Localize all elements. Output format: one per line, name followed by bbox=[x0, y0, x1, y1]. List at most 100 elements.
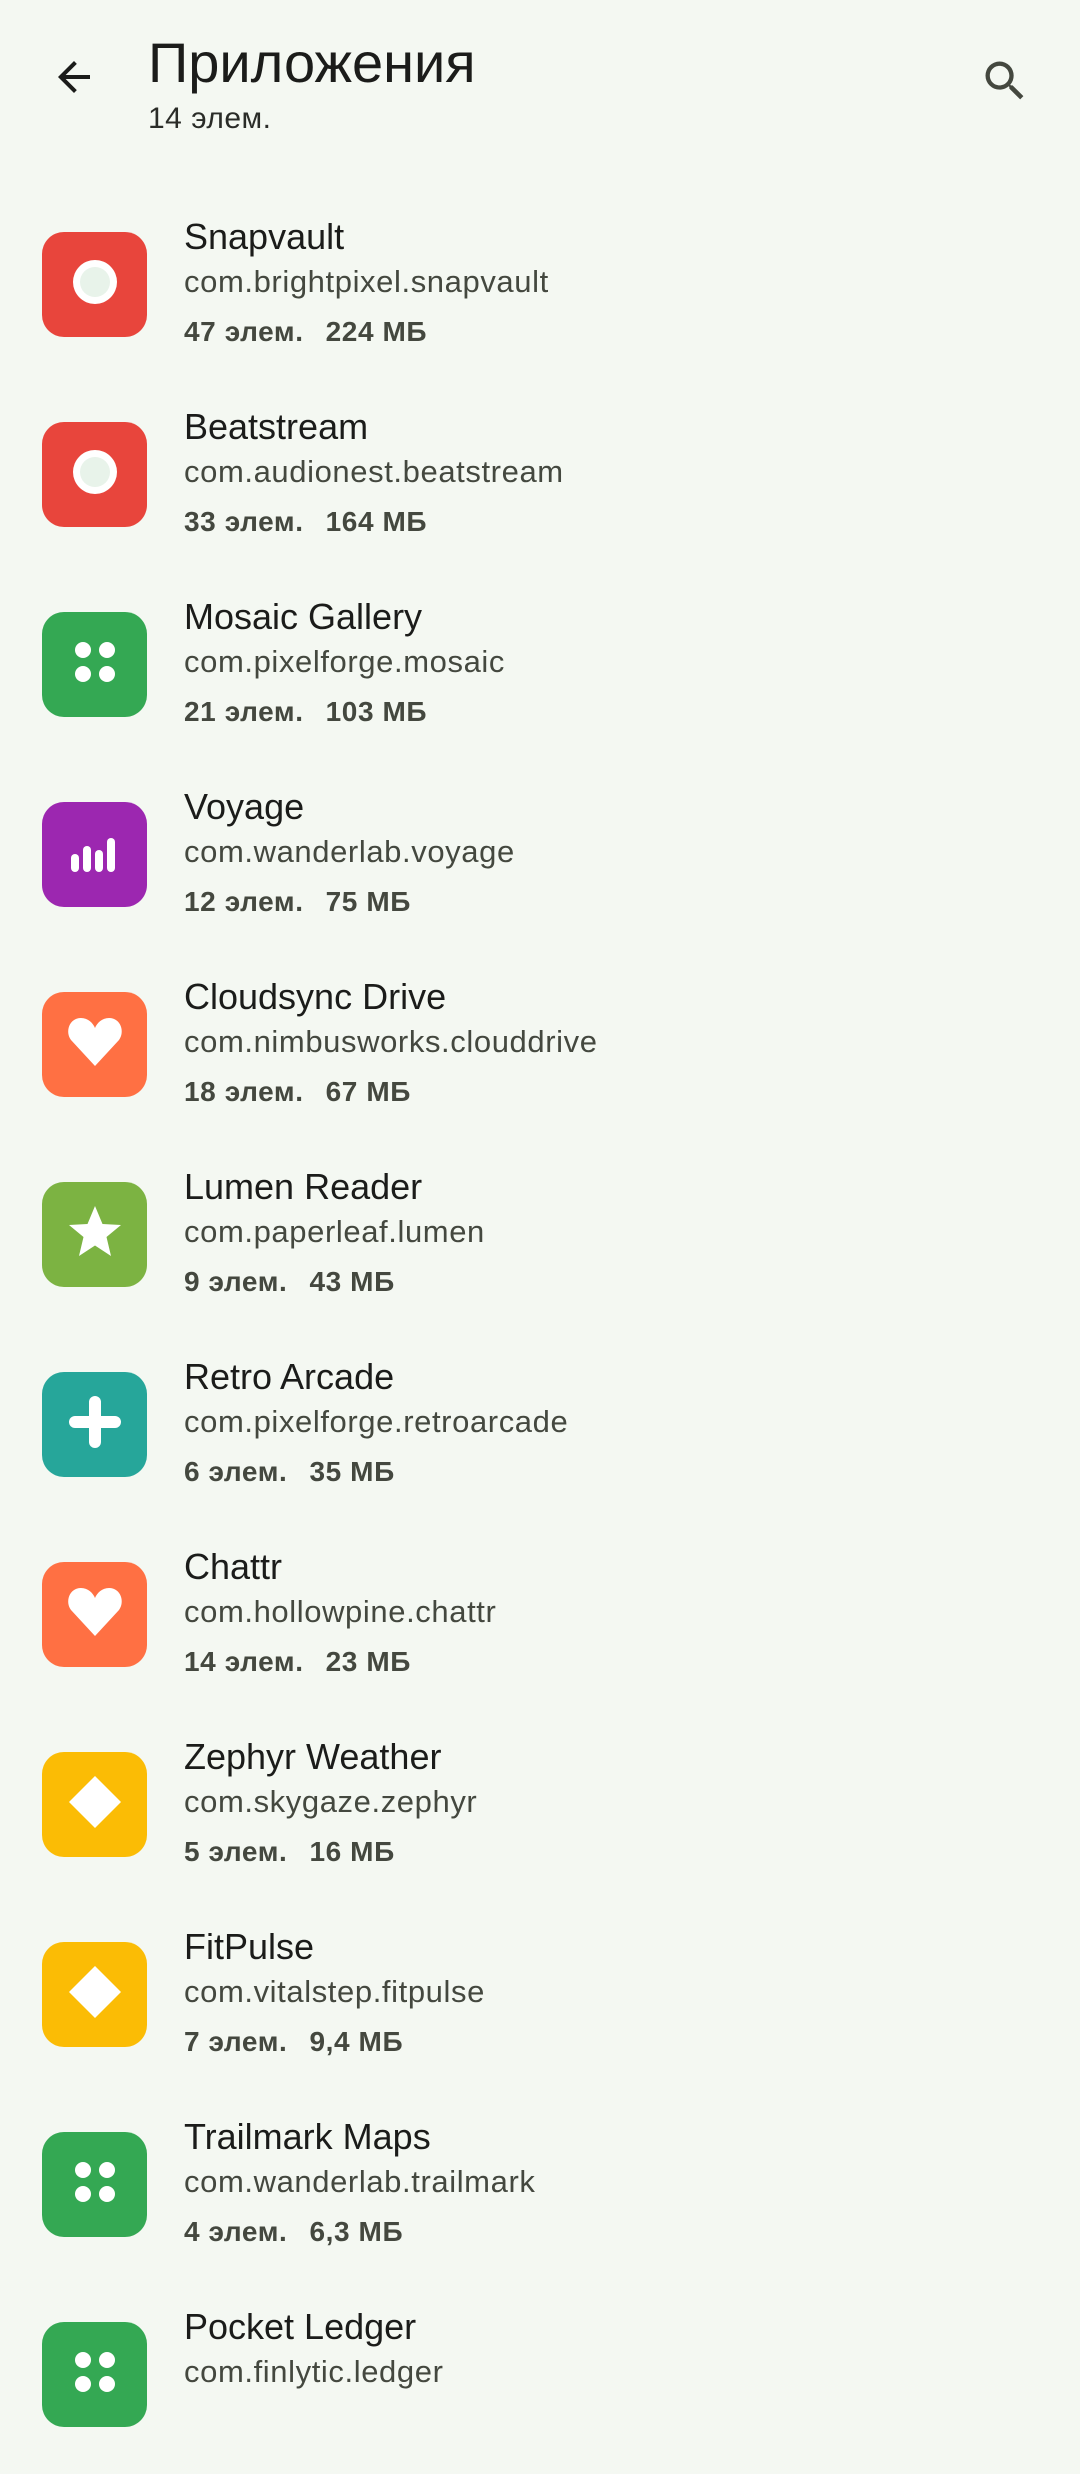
app-name: Voyage bbox=[184, 786, 305, 827]
app-package: com.hollowpine.chattr bbox=[184, 1594, 497, 1629]
app-name: Chattr bbox=[184, 1546, 283, 1587]
app-icon bbox=[42, 422, 147, 527]
bars-icon bbox=[63, 820, 127, 889]
app-icon bbox=[42, 612, 147, 717]
app-name: Retro Arcade bbox=[184, 1356, 395, 1397]
app-item-count: 33 элем. bbox=[184, 506, 304, 537]
app-item-count: 7 элем. bbox=[184, 2026, 288, 2057]
app-icon bbox=[42, 1752, 147, 1857]
app-item-count: 47 элем. bbox=[184, 316, 304, 347]
app-icon bbox=[42, 1562, 147, 1667]
app-list-item[interactable]: Retro Arcade com.pixelforge.retroarcade 6 … bbox=[0, 1334, 1080, 1524]
app-meta: 33 элем. 164 МБ bbox=[184, 504, 427, 540]
app-item-count: 18 элем. bbox=[184, 1076, 304, 1107]
app-meta: 18 элем. 67 МБ bbox=[184, 1074, 411, 1110]
app-item-count: 14 элем. bbox=[184, 1646, 304, 1677]
heart-icon bbox=[63, 1010, 127, 1079]
app-list: Snapvault com.brightpixel.snapvault 47 эле… bbox=[0, 194, 1080, 2474]
app-icon bbox=[42, 2322, 147, 2427]
app-package: com.wanderlab.trailmark bbox=[184, 2164, 536, 2199]
app-name: Cloudsync Drive bbox=[184, 976, 447, 1017]
grid-dots-icon bbox=[63, 2340, 127, 2409]
app-name: Beatstream bbox=[184, 406, 369, 447]
app-package: com.finlytic.ledger bbox=[184, 2354, 444, 2389]
grid-dots-icon bbox=[63, 2150, 127, 2219]
app-meta: 7 элем. 9,4 МБ bbox=[184, 2024, 403, 2060]
app-size: 16 МБ bbox=[309, 1836, 395, 1867]
app-list-item[interactable]: Mosaic Gallery com.pixelforge.mosaic 21 эл… bbox=[0, 574, 1080, 764]
app-list-item[interactable]: Beatstream com.audionest.beatstream 33 эле… bbox=[0, 384, 1080, 574]
diamond-icon bbox=[63, 1770, 127, 1839]
app-list-item[interactable]: Snapvault com.brightpixel.snapvault 47 эле… bbox=[0, 194, 1080, 384]
app-size: 35 МБ bbox=[309, 1456, 395, 1487]
app-name: Pocket Ledger bbox=[184, 2306, 417, 2347]
app-meta: 12 элем. 75 МБ bbox=[184, 884, 411, 920]
app-meta: 14 элем. 23 МБ bbox=[184, 1644, 411, 1680]
app-size: 67 МБ bbox=[325, 1076, 411, 1107]
app-list-item[interactable]: Trailmark Maps com.wanderlab.trailmark 4 э… bbox=[0, 2094, 1080, 2284]
app-list-item[interactable]: Pocket Ledger com.finlytic.ledger bbox=[0, 2284, 1080, 2474]
app-icon bbox=[42, 2132, 147, 2237]
top-app-bar: Приложения 14 элем. bbox=[0, 0, 1080, 170]
app-item-count: 21 элем. bbox=[184, 696, 304, 727]
app-icon bbox=[42, 232, 147, 337]
app-meta bbox=[184, 2404, 206, 2440]
app-package: com.nimbusworks.clouddrive bbox=[184, 1024, 598, 1059]
app-package: com.audionest.beatstream bbox=[184, 454, 564, 489]
app-icon bbox=[42, 1182, 147, 1287]
app-list-item[interactable]: Voyage com.wanderlab.voyage 12 элем. 75 МБ bbox=[0, 764, 1080, 954]
app-package: com.vitalstep.fitpulse bbox=[184, 1974, 485, 2009]
search-icon bbox=[979, 55, 1031, 112]
app-size: 6,3 МБ bbox=[309, 2216, 404, 2247]
app-size: 164 МБ bbox=[325, 506, 428, 537]
app-icon bbox=[42, 1942, 147, 2047]
circle-icon bbox=[63, 440, 127, 509]
grid-dots-icon bbox=[63, 630, 127, 699]
app-item-count: 5 элем. bbox=[184, 1836, 288, 1867]
app-icon bbox=[42, 992, 147, 1097]
arrow-back-icon bbox=[50, 53, 98, 106]
star-icon bbox=[63, 1200, 127, 1269]
app-name: FitPulse bbox=[184, 1926, 315, 1967]
app-item-count: 6 элем. bbox=[184, 1456, 288, 1487]
app-size: 23 МБ bbox=[325, 1646, 411, 1677]
app-list-item[interactable]: Cloudsync Drive com.nimbusworks.clouddriv… bbox=[0, 954, 1080, 1144]
app-package: com.pixelforge.mosaic bbox=[184, 644, 505, 679]
app-name: Zephyr Weather bbox=[184, 1736, 442, 1777]
back-button[interactable] bbox=[35, 40, 113, 118]
app-size: 9,4 МБ bbox=[309, 2026, 404, 2057]
heart-icon bbox=[63, 1580, 127, 1649]
app-meta: 47 элем. 224 МБ bbox=[184, 314, 427, 350]
app-name: Lumen Reader bbox=[184, 1166, 423, 1207]
app-meta: 6 элем. 35 МБ bbox=[184, 1454, 395, 1490]
app-package: com.paperleaf.lumen bbox=[184, 1214, 485, 1249]
app-meta: 5 элем. 16 МБ bbox=[184, 1834, 395, 1870]
item-count: 14 элем. bbox=[148, 102, 272, 135]
app-name: Snapvault bbox=[184, 216, 345, 257]
app-item-count: 12 элем. bbox=[184, 886, 304, 917]
app-list-item[interactable]: Lumen Reader com.paperleaf.lumen 9 элем. 43… bbox=[0, 1144, 1080, 1334]
app-package: com.wanderlab.voyage bbox=[184, 834, 515, 869]
app-package: com.brightpixel.snapvault bbox=[184, 264, 549, 299]
app-item-count: 9 элем. bbox=[184, 1266, 288, 1297]
page-title: Приложения bbox=[148, 31, 476, 94]
app-name: Mosaic Gallery bbox=[184, 596, 423, 637]
app-icon bbox=[42, 802, 147, 907]
app-list-item[interactable]: Chattr com.hollowpine.chattr 14 элем. 23 МБ bbox=[0, 1524, 1080, 1714]
app-size: 224 МБ bbox=[325, 316, 428, 347]
app-list-item[interactable]: Zephyr Weather com.skygaze.zephyr 5 элем. 1… bbox=[0, 1714, 1080, 1904]
app-name: Trailmark Maps bbox=[184, 2116, 431, 2157]
app-meta: 9 элем. 43 МБ bbox=[184, 1264, 395, 1300]
app-size: 103 МБ bbox=[325, 696, 428, 727]
app-list-item[interactable]: FitPulse com.vitalstep.fitpulse 7 элем. 9,4… bbox=[0, 1904, 1080, 2094]
search-button[interactable] bbox=[966, 44, 1044, 122]
app-icon bbox=[42, 1372, 147, 1477]
app-meta: 21 элем. 103 МБ bbox=[184, 694, 427, 730]
app-meta: 4 элем. 6,3 МБ bbox=[184, 2214, 403, 2250]
circle-icon bbox=[63, 250, 127, 319]
app-size: 43 МБ bbox=[309, 1266, 395, 1297]
app-size: 75 МБ bbox=[325, 886, 411, 917]
app-package: com.skygaze.zephyr bbox=[184, 1784, 478, 1819]
app-package: com.pixelforge.retroarcade bbox=[184, 1404, 569, 1439]
plus-icon bbox=[63, 1390, 127, 1459]
